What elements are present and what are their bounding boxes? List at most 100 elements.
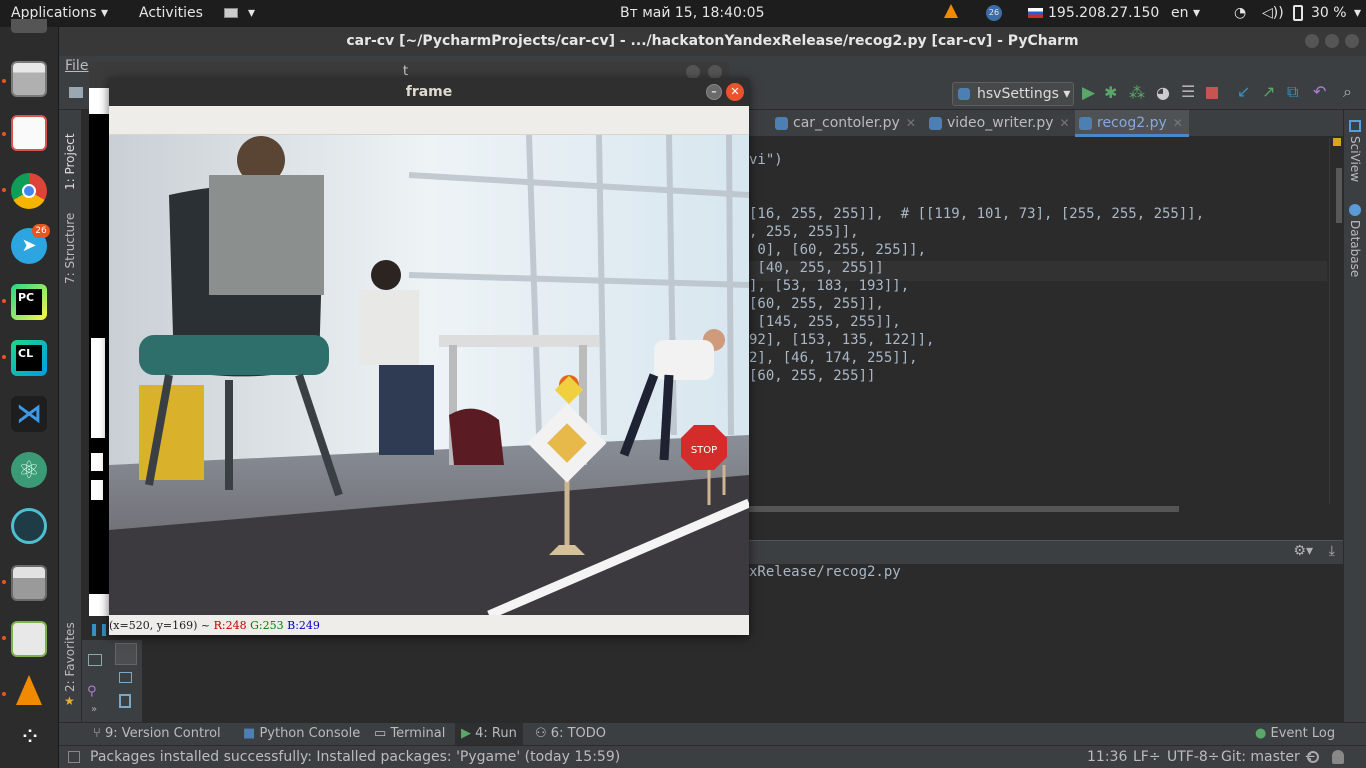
run-config-dropdown[interactable]: hsvSettings ▾ bbox=[952, 82, 1074, 106]
folder-icon[interactable] bbox=[69, 87, 83, 98]
camera-frame-image[interactable]: STOP bbox=[109, 135, 749, 615]
show-apps-icon[interactable]: ⁘ bbox=[11, 721, 47, 757]
minimize-button[interactable] bbox=[686, 65, 700, 79]
clock[interactable]: Вт май 15, 18:40:05 bbox=[620, 5, 765, 21]
window-indicator-icon[interactable] bbox=[224, 8, 238, 18]
flag-ru-icon bbox=[1028, 8, 1043, 18]
partial-launcher-icon[interactable] bbox=[11, 19, 47, 33]
pixel-coords: (x=520, y=169) ~ bbox=[109, 619, 211, 632]
coverage-icon[interactable]: ⁂ bbox=[1129, 83, 1145, 102]
vscode-icon[interactable]: ⋊ bbox=[11, 396, 47, 432]
notifications-icon[interactable] bbox=[1332, 750, 1344, 764]
editor-scrollbar[interactable] bbox=[1329, 138, 1343, 514]
status-message[interactable]: Packages installed successfully: Install… bbox=[90, 749, 620, 765]
pycharm-icon[interactable]: PC bbox=[11, 284, 47, 320]
build-icon[interactable]: ☰ bbox=[1181, 82, 1195, 101]
tab-todo[interactable]: ⚇ 6: TODO bbox=[535, 726, 606, 741]
volume-icon[interactable]: ◁)) bbox=[1262, 5, 1284, 21]
code-line: 2], [46, 174, 255]], bbox=[749, 350, 918, 366]
plugin-icon[interactable]: ⚲ bbox=[87, 684, 97, 699]
running-indicator bbox=[2, 79, 6, 83]
soft-wrap-icon[interactable] bbox=[115, 643, 137, 665]
print-icon[interactable] bbox=[119, 672, 132, 683]
status-bar: Packages installed successfully: Install… bbox=[59, 745, 1366, 768]
close-tab-icon[interactable]: ✕ bbox=[906, 116, 916, 130]
inspector-icon[interactable] bbox=[1307, 751, 1319, 763]
tab-car-contoler[interactable]: car_contoler.py ✕ bbox=[771, 110, 916, 137]
close-button[interactable]: ✕ bbox=[726, 83, 744, 101]
line-separator[interactable]: LF÷ bbox=[1133, 749, 1161, 765]
chevron-down-icon[interactable]: ▾ bbox=[248, 5, 255, 21]
clion-icon[interactable]: CL bbox=[11, 340, 47, 376]
atom-icon[interactable]: ⚛ bbox=[11, 452, 47, 488]
scroll-thumb[interactable] bbox=[1336, 168, 1342, 223]
hide-panel-icon[interactable]: ⤓ bbox=[1329, 543, 1335, 559]
vlc-icon[interactable] bbox=[16, 675, 42, 705]
power-menu-icon[interactable]: ▾ bbox=[1354, 5, 1361, 21]
horizontal-scrollbar[interactable] bbox=[749, 504, 1343, 514]
run-output[interactable]: xRelease/recog2.py bbox=[749, 564, 1343, 722]
battery-percent[interactable]: 30 % bbox=[1311, 5, 1347, 21]
stop-icon[interactable] bbox=[1206, 87, 1218, 99]
tab-video-writer[interactable]: video_writer.py ✕ bbox=[925, 110, 1070, 137]
tab-terminal[interactable]: ▭ Terminal bbox=[374, 726, 445, 741]
python-file-icon bbox=[929, 117, 942, 130]
trash-icon[interactable] bbox=[119, 694, 131, 708]
search-icon[interactable]: ⌕ bbox=[1343, 82, 1352, 102]
toggle-tool-windows-icon[interactable] bbox=[68, 751, 80, 763]
vlc-tray-icon[interactable] bbox=[944, 4, 958, 18]
run-output-line: xRelease/recog2.py bbox=[749, 564, 901, 580]
run-icon[interactable]: ▶ bbox=[1082, 83, 1095, 103]
vcs-commit-icon[interactable]: ↗ bbox=[1262, 82, 1275, 101]
tab-run[interactable]: ▶ 4: Run bbox=[455, 723, 523, 746]
chrome-icon[interactable] bbox=[11, 173, 47, 209]
vcs-icon: ⑂ bbox=[93, 726, 101, 741]
file-encoding[interactable]: UTF-8÷ bbox=[1167, 749, 1220, 765]
calculator-icon[interactable] bbox=[11, 565, 47, 601]
close-tab-icon[interactable]: ✕ bbox=[1060, 116, 1070, 130]
debug-icon[interactable]: ✱ bbox=[1104, 83, 1117, 102]
tool-project[interactable]: 1: Project bbox=[63, 133, 77, 190]
horizontal-scroll-thumb[interactable] bbox=[749, 506, 1179, 512]
tool-sciview[interactable]: SciView bbox=[1348, 136, 1362, 182]
notification-tray-icon[interactable]: 26 bbox=[986, 5, 1002, 21]
vcs-compare-icon[interactable]: ⧉ bbox=[1287, 82, 1298, 102]
files-icon[interactable] bbox=[11, 61, 47, 97]
minimize-button[interactable]: – bbox=[706, 84, 722, 100]
cursor-position[interactable]: 11:36 bbox=[1087, 749, 1127, 765]
stop-sign-text: STOP bbox=[691, 445, 717, 456]
inspection-indicator[interactable] bbox=[1333, 138, 1341, 146]
left-tool-strip: 1: Project 7: Structure 2: Favorites ★ bbox=[59, 110, 82, 722]
gear-icon[interactable]: ⚙▾ bbox=[1293, 543, 1313, 559]
text-editor-icon[interactable] bbox=[11, 115, 47, 151]
tool-database[interactable]: Database bbox=[1348, 220, 1362, 277]
layout-icon[interactable] bbox=[88, 654, 102, 666]
activities-button[interactable]: Activities bbox=[139, 5, 203, 21]
event-log[interactable]: ● Event Log bbox=[1255, 726, 1335, 741]
revert-icon[interactable]: ↶ bbox=[1313, 82, 1326, 101]
tool-favorites[interactable]: 2: Favorites bbox=[63, 622, 77, 692]
battery-icon[interactable] bbox=[1293, 5, 1303, 21]
maximize-button[interactable] bbox=[1325, 34, 1339, 48]
running-indicator bbox=[2, 636, 6, 640]
close-tab-icon[interactable]: ✕ bbox=[1173, 116, 1183, 130]
close-button[interactable] bbox=[1345, 34, 1359, 48]
minimize-button[interactable] bbox=[1305, 34, 1319, 48]
code-editor[interactable]: vi") [16, 255, 255]], # [[119, 101, 73], … bbox=[749, 138, 1343, 514]
ip-address[interactable]: 195.208.27.150 bbox=[1048, 5, 1159, 21]
tab-version-control[interactable]: ⑂ 9: Version Control bbox=[93, 726, 221, 741]
vcs-update-icon[interactable]: ↙ bbox=[1237, 82, 1250, 101]
pause-icon[interactable]: ❚❚ bbox=[89, 622, 109, 636]
menu-file[interactable]: File bbox=[65, 58, 88, 74]
keyboard-layout[interactable]: en ▾ bbox=[1171, 5, 1200, 21]
tab-python-console[interactable]: ■ Python Console bbox=[243, 726, 360, 741]
git-branch[interactable]: Git: master ÷ bbox=[1221, 749, 1316, 765]
more-icon[interactable]: » bbox=[91, 704, 97, 715]
tab-recog2[interactable]: recog2.py ✕ bbox=[1075, 110, 1189, 137]
wifi-icon[interactable]: ◔ bbox=[1234, 5, 1246, 21]
profile-icon[interactable]: ◕ bbox=[1156, 83, 1170, 102]
tool-structure[interactable]: 7: Structure bbox=[63, 213, 77, 284]
gitkraken-icon[interactable] bbox=[11, 508, 47, 544]
image-viewer-icon[interactable] bbox=[11, 621, 47, 657]
close-button[interactable] bbox=[708, 65, 722, 79]
